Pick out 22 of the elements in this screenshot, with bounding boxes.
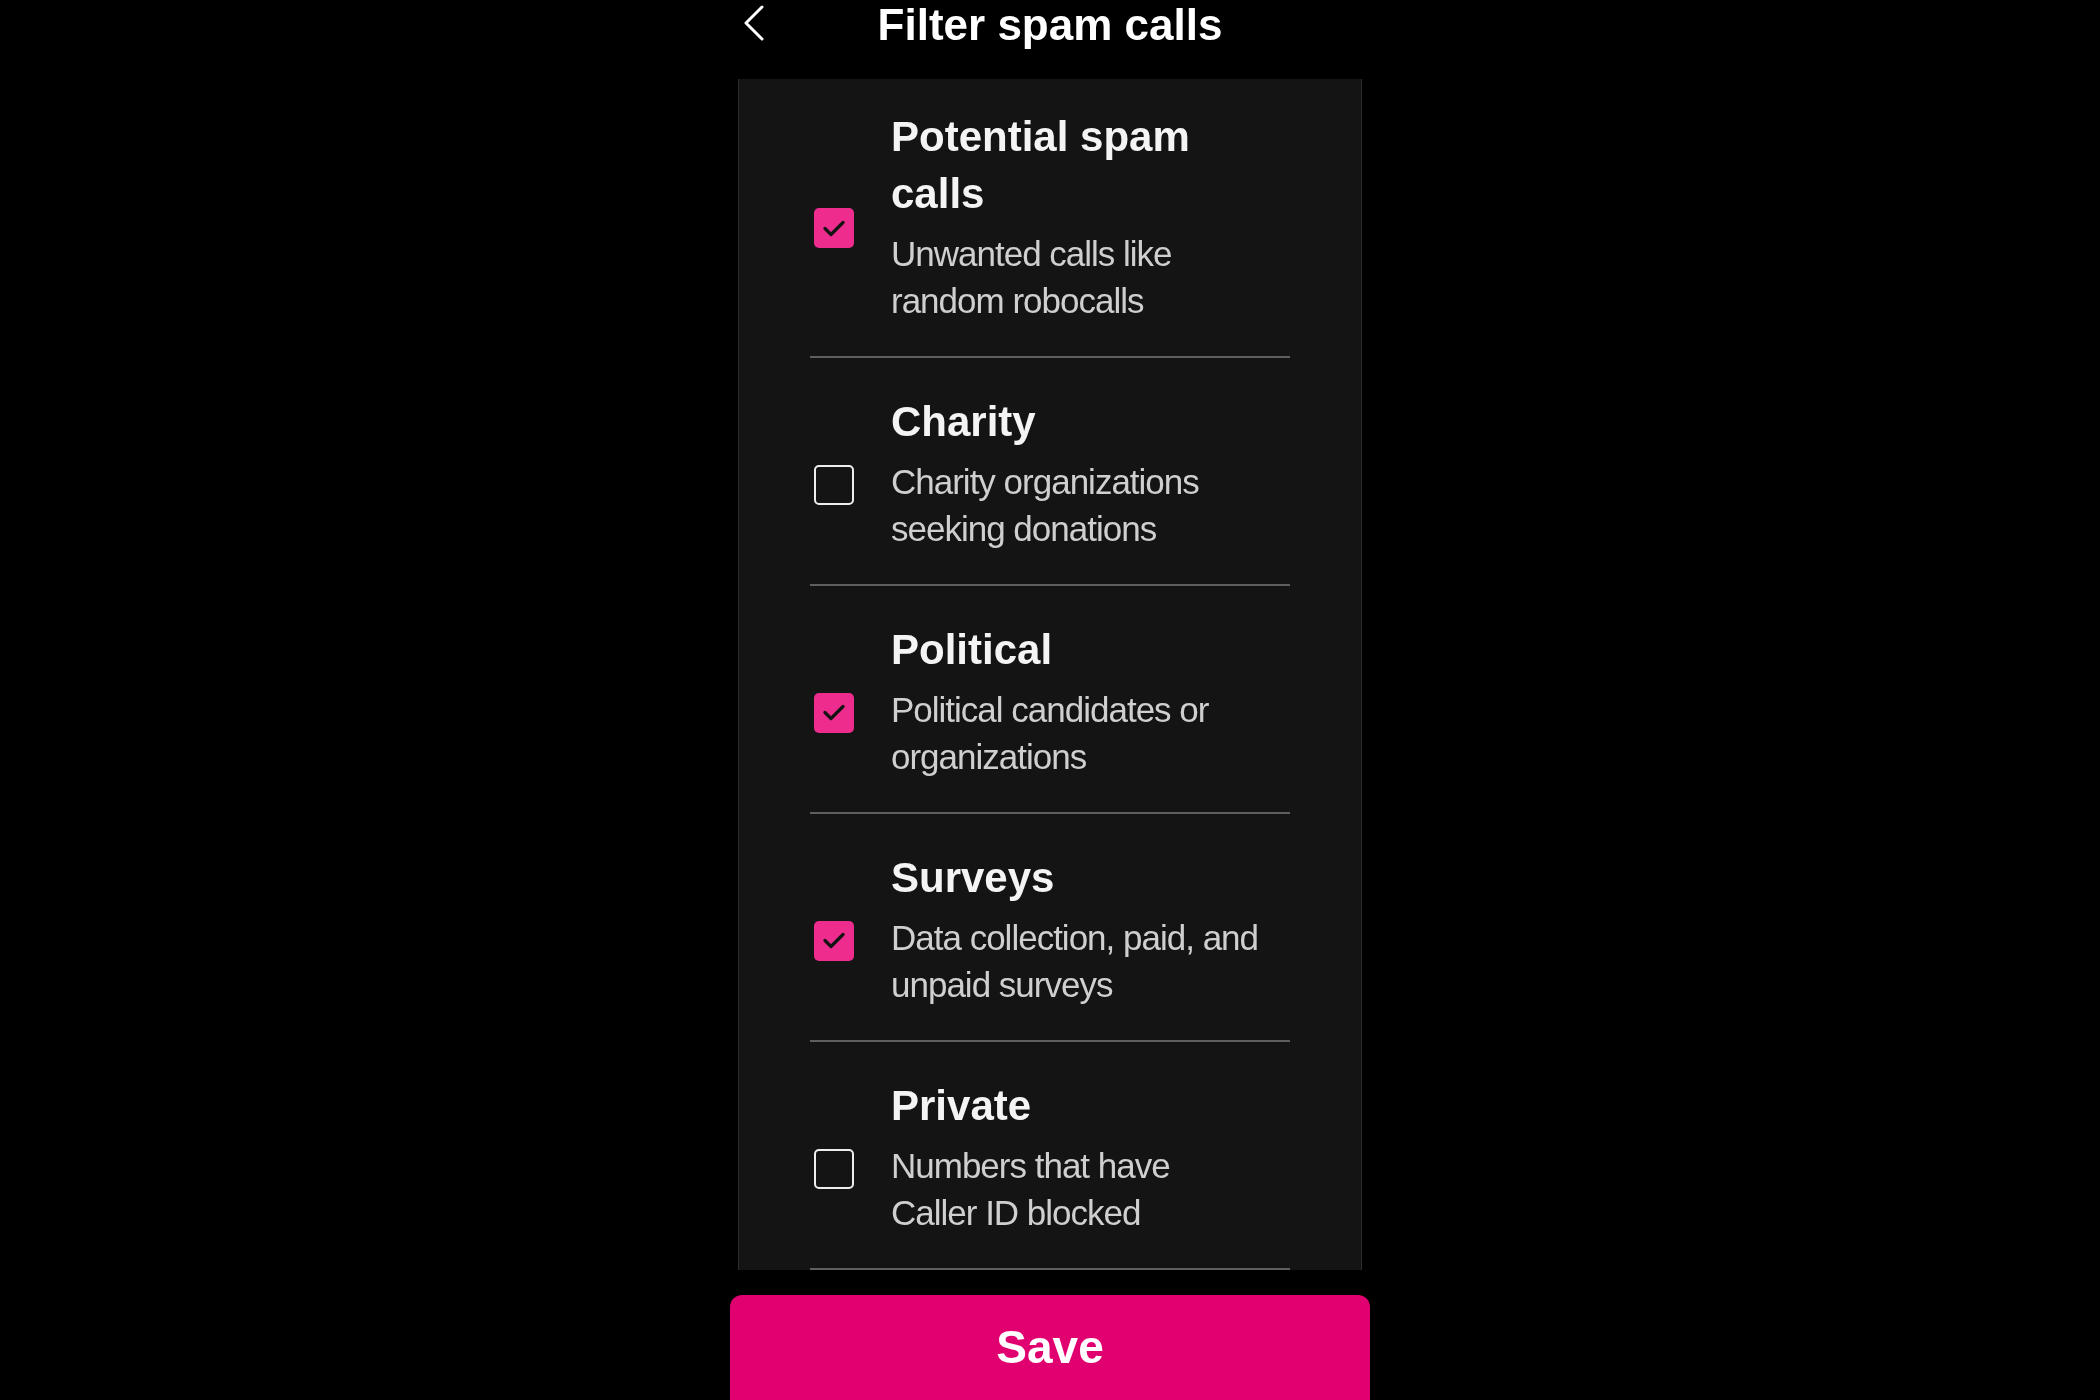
filter-title: Surveys — [891, 853, 1056, 903]
save-button[interactable]: Save — [730, 1295, 1370, 1400]
checkbox[interactable] — [814, 692, 854, 733]
check-icon — [823, 704, 845, 721]
filter-description: Numbers that have Caller ID blocked — [891, 1145, 1171, 1234]
checkbox[interactable] — [814, 920, 854, 961]
filter-title: Political — [891, 625, 1054, 675]
filter-description: Political candidates or organizations — [891, 689, 1210, 778]
checkbox[interactable] — [814, 208, 854, 248]
filter-title: Charity — [891, 397, 1037, 447]
check-icon — [823, 932, 845, 949]
filter-description: Charity organizations seeking donations — [891, 461, 1200, 550]
screen-title: Filter spam calls — [877, 2, 1223, 48]
filter-title: Potential spam calls — [891, 112, 1191, 219]
checkbox[interactable] — [814, 1148, 854, 1189]
chevron-left-icon — [742, 5, 766, 41]
filter-description: Data collection, paid, and unpaid surveys — [891, 917, 1260, 1006]
back-button[interactable] — [742, 5, 766, 41]
filter-description: Unwanted calls like random robocalls — [891, 233, 1173, 322]
check-icon — [823, 219, 845, 237]
checkbox[interactable] — [814, 464, 854, 505]
filter-title: Private — [891, 1081, 1033, 1131]
